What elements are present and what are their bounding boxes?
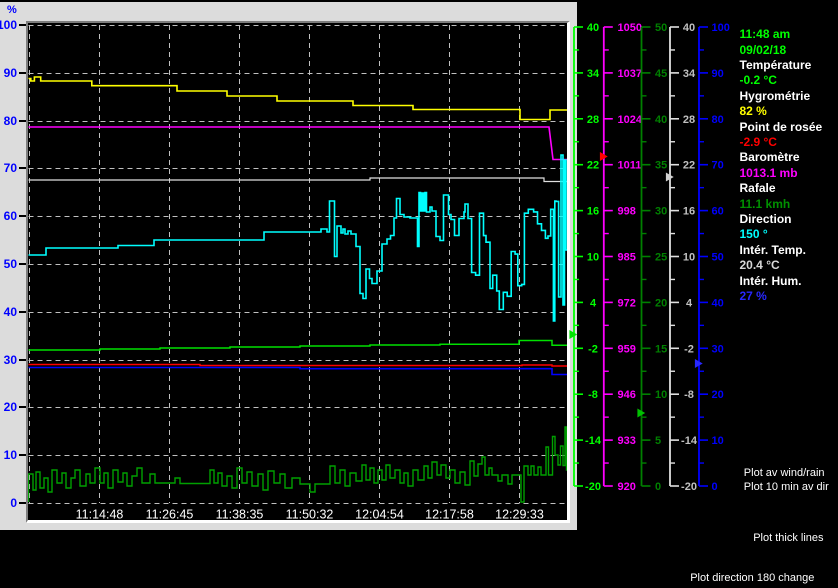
svg-text:28: 28 xyxy=(683,114,695,126)
svg-text:20: 20 xyxy=(655,297,667,309)
svg-text:50: 50 xyxy=(712,252,724,264)
svg-text:10: 10 xyxy=(712,435,724,447)
svg-text:1011: 1011 xyxy=(618,160,642,172)
svg-text:40: 40 xyxy=(655,114,667,126)
svg-text:-2: -2 xyxy=(588,343,598,355)
svg-text:12:29:33: 12:29:33 xyxy=(495,508,544,522)
svg-text:1050: 1050 xyxy=(618,22,642,34)
svg-text:-14: -14 xyxy=(681,435,698,447)
svg-text:40: 40 xyxy=(587,22,599,34)
svg-text:-8: -8 xyxy=(684,389,694,401)
svg-text:1037: 1037 xyxy=(618,68,642,80)
svg-text:45: 45 xyxy=(655,68,667,80)
svg-text:11:14:48: 11:14:48 xyxy=(76,508,124,522)
svg-text:100: 100 xyxy=(712,22,730,34)
svg-text:959: 959 xyxy=(618,343,636,355)
svg-text:-14: -14 xyxy=(585,435,602,447)
svg-text:20: 20 xyxy=(712,389,724,401)
svg-text:11:50:32: 11:50:32 xyxy=(286,508,334,522)
svg-text:998: 998 xyxy=(618,206,636,218)
svg-text:35: 35 xyxy=(655,160,667,172)
svg-text:-20: -20 xyxy=(681,481,697,493)
svg-text:60: 60 xyxy=(712,206,724,218)
svg-text:933: 933 xyxy=(618,435,636,447)
svg-text:22: 22 xyxy=(587,160,599,172)
svg-text:16: 16 xyxy=(587,206,599,218)
svg-text:10: 10 xyxy=(683,252,695,264)
svg-text:972: 972 xyxy=(618,297,636,309)
svg-text:15: 15 xyxy=(655,343,667,355)
svg-text:40: 40 xyxy=(683,22,695,34)
svg-text:920: 920 xyxy=(618,481,636,493)
svg-text:16: 16 xyxy=(683,206,695,218)
svg-text:11:38:35: 11:38:35 xyxy=(216,508,264,522)
svg-text:80: 80 xyxy=(712,114,724,126)
svg-text:0: 0 xyxy=(712,481,718,493)
svg-text:28: 28 xyxy=(587,114,599,126)
svg-text:22: 22 xyxy=(683,160,695,172)
svg-text:-2: -2 xyxy=(684,343,694,355)
svg-text:0: 0 xyxy=(655,481,661,493)
svg-text:30: 30 xyxy=(655,206,667,218)
svg-text:5: 5 xyxy=(655,435,661,447)
svg-text:12:17:58: 12:17:58 xyxy=(425,508,474,522)
svg-text:34: 34 xyxy=(587,68,600,80)
svg-text:4: 4 xyxy=(686,297,693,309)
svg-text:946: 946 xyxy=(618,389,636,401)
svg-text:40: 40 xyxy=(712,297,724,309)
svg-text:34: 34 xyxy=(683,68,696,80)
svg-text:1024: 1024 xyxy=(618,114,643,126)
svg-text:50: 50 xyxy=(655,22,667,34)
svg-text:25: 25 xyxy=(655,252,667,264)
svg-text:10: 10 xyxy=(655,389,667,401)
svg-text:10: 10 xyxy=(587,252,599,264)
svg-text:90: 90 xyxy=(712,68,724,80)
svg-text:11:26:45: 11:26:45 xyxy=(146,508,194,522)
svg-text:30: 30 xyxy=(712,343,724,355)
svg-text:4: 4 xyxy=(590,297,597,309)
svg-text:-8: -8 xyxy=(588,389,598,401)
svg-text:-20: -20 xyxy=(585,481,601,493)
svg-text:12:04:54: 12:04:54 xyxy=(355,508,404,522)
svg-text:70: 70 xyxy=(712,160,724,172)
svg-text:985: 985 xyxy=(618,252,636,264)
